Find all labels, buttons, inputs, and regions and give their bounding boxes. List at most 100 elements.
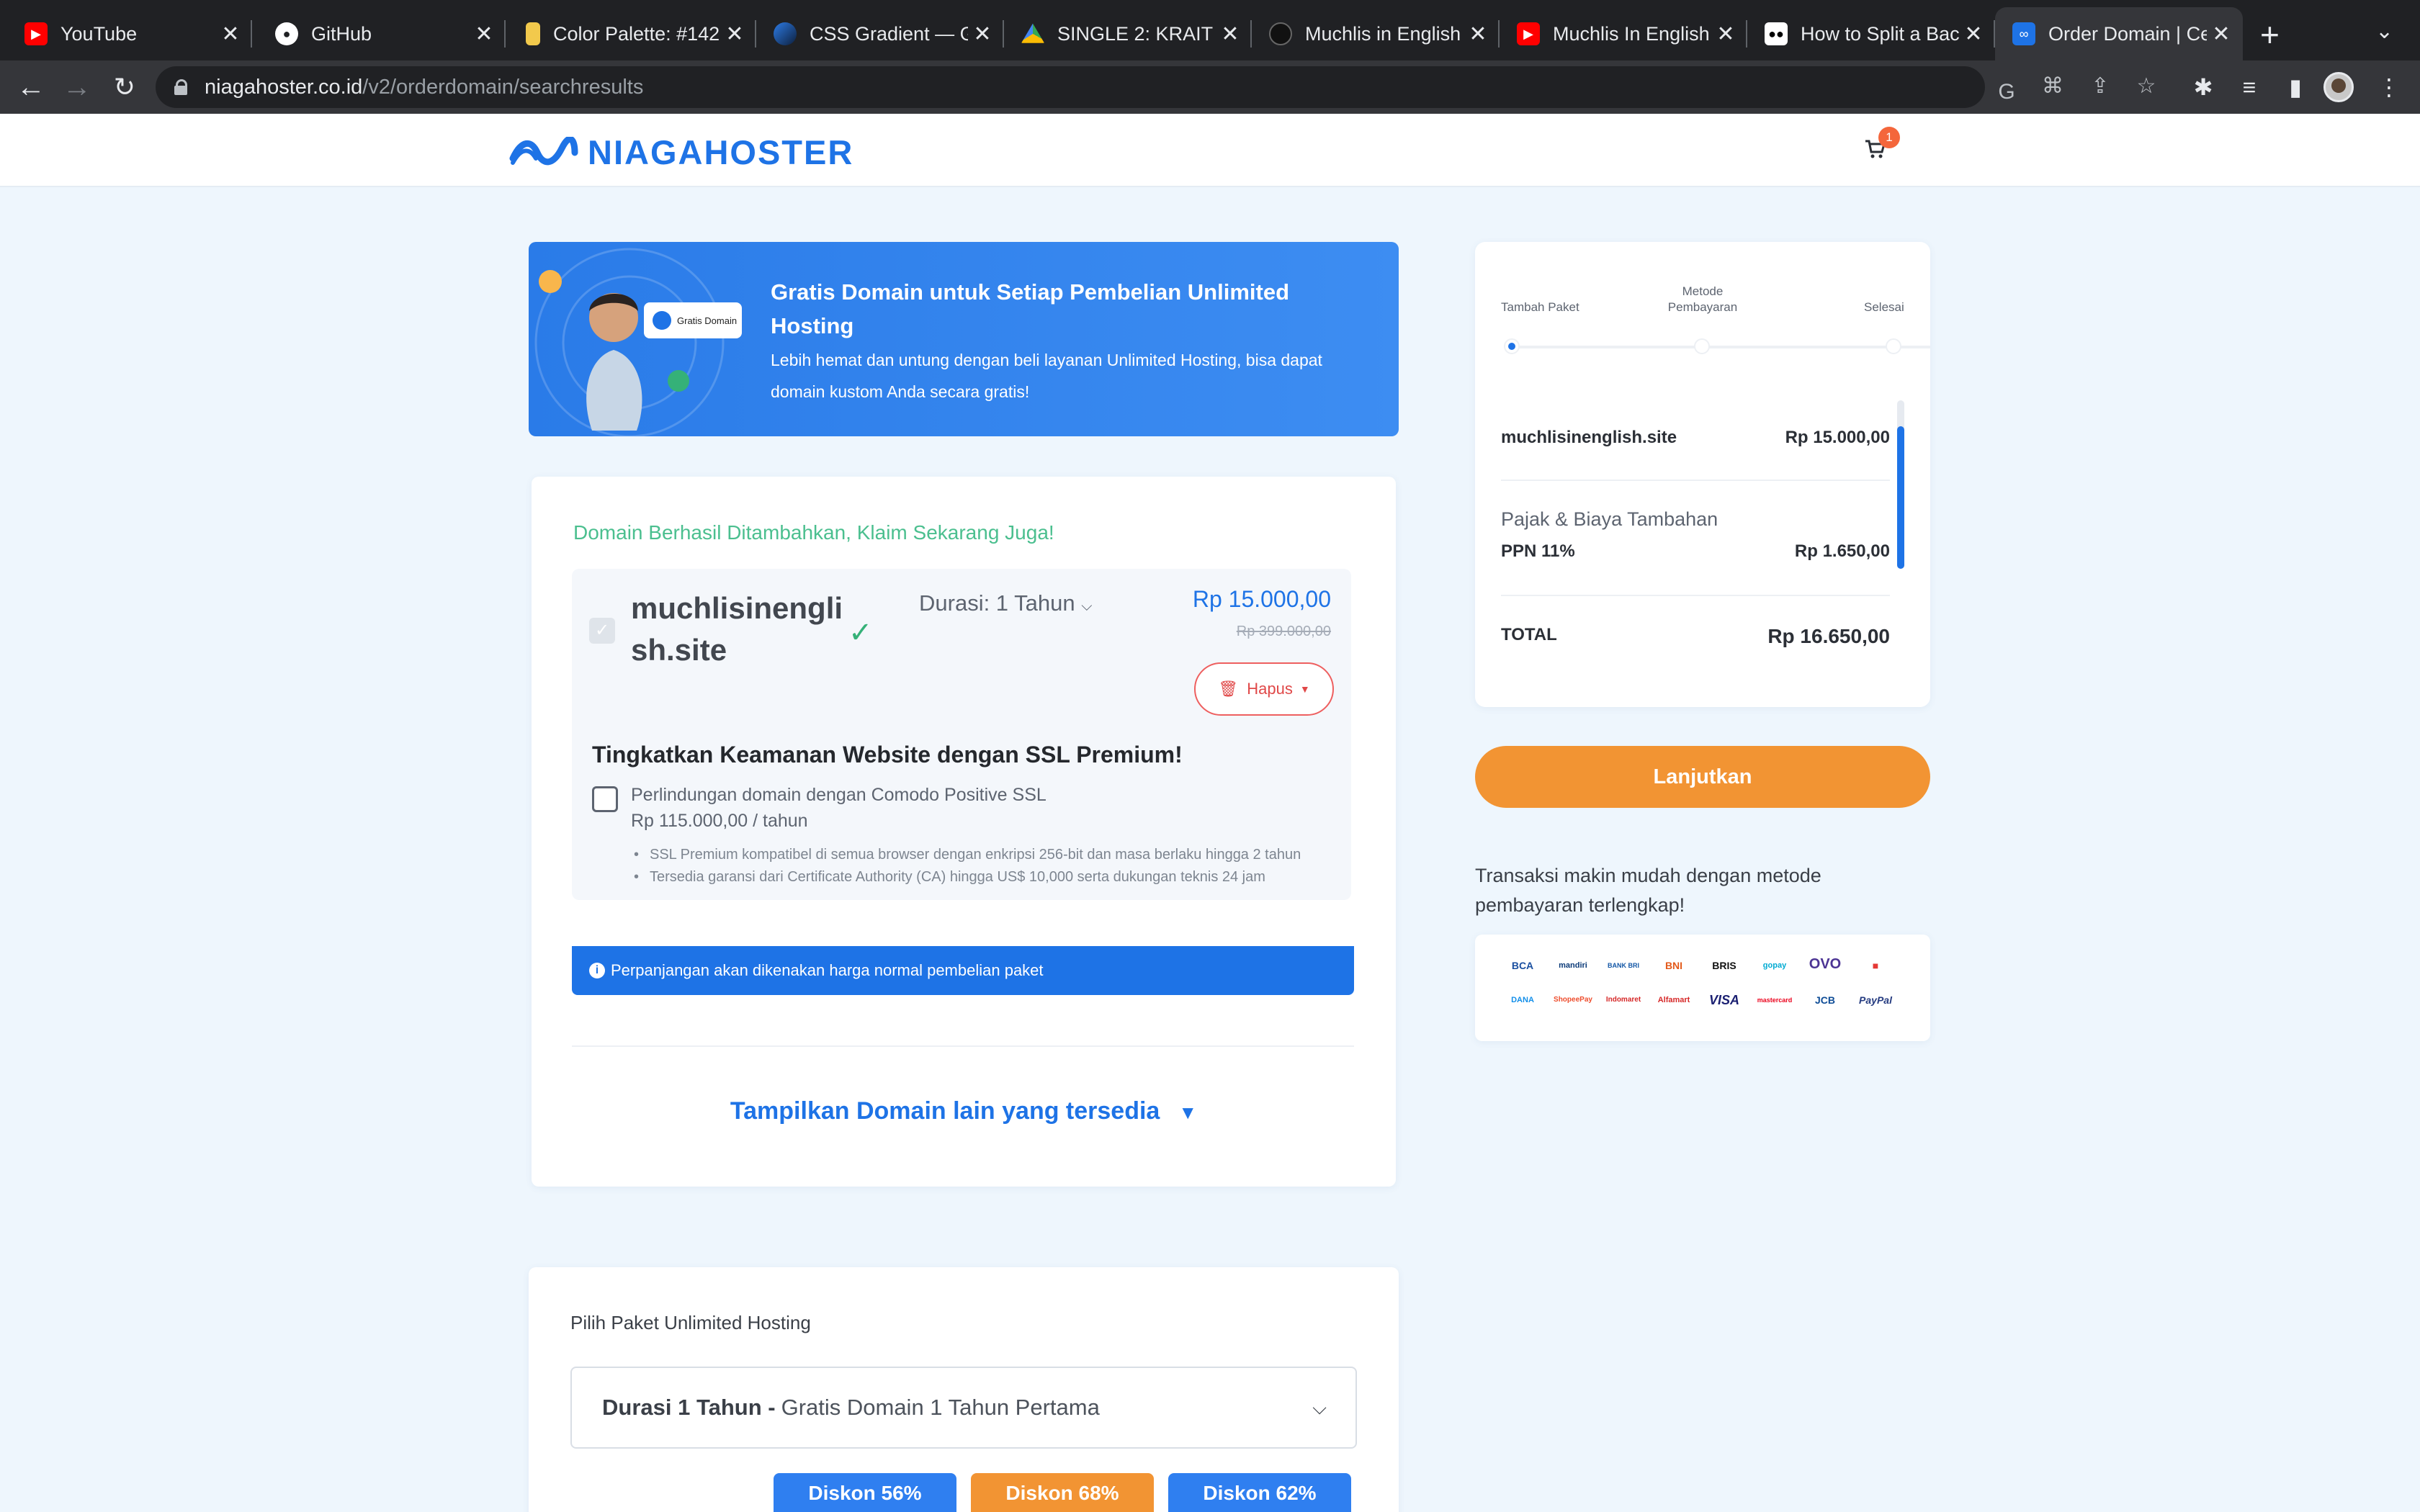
close-icon[interactable]: ✕ — [1711, 22, 1740, 47]
payment-logo-alfamart: Alfamart — [1657, 996, 1690, 1004]
select-duration-bold: Durasi 1 Tahun - — [602, 1395, 776, 1420]
menu-icon[interactable]: ⋮ — [2371, 69, 2407, 105]
youtube-icon: ▶ — [1517, 22, 1540, 45]
payment-logo-bris: BRIS — [1712, 960, 1736, 971]
payment-logo-dana: DANA — [1511, 996, 1534, 1004]
site-header: NIAGAHOSTER 1 — [0, 114, 2420, 187]
reload-icon[interactable]: ↻ — [107, 69, 143, 105]
back-icon[interactable]: ← — [13, 69, 49, 105]
share-icon[interactable]: ⇪ — [2086, 72, 2115, 101]
media-control-icon[interactable]: ≡ — [2231, 69, 2267, 105]
duration-dropdown[interactable]: Durasi: 1 Tahun ⌵ — [919, 590, 1092, 616]
new-tab-icon[interactable]: + — [2260, 14, 2280, 55]
extensions-icon[interactable]: ✱ — [2185, 69, 2221, 105]
domain-added-message: Domain Berhasil Ditambahkan, Klaim Sekar… — [573, 521, 1054, 544]
show-more-domains-button[interactable]: Tampilkan Domain lain yang tersedia ▼ — [532, 1097, 1396, 1125]
discount-tab-3[interactable]: Diskon 62% — [1168, 1473, 1351, 1512]
translate-icon[interactable]: ⌘ — [2038, 72, 2067, 101]
payment-logo-jcb: JCB — [1814, 994, 1835, 1006]
tax-section-title: Pajak & Biaya Tambahan — [1501, 508, 1718, 530]
payment-logo-visa: VISA — [1708, 993, 1739, 1007]
tab-label: SINGLE 2: KRAIT (2 — [1057, 22, 1216, 45]
close-icon[interactable]: ✕ — [216, 22, 245, 47]
tab-github[interactable]: ● GitHub ✕ — [258, 7, 506, 60]
payment-logo-bca: BCA — [1511, 960, 1534, 971]
close-icon[interactable]: ✕ — [1464, 22, 1492, 47]
payment-logo-gopay: gopay — [1762, 961, 1787, 970]
payment-logo-paypal: PayPal — [1859, 994, 1892, 1006]
close-icon[interactable]: ✕ — [2207, 22, 2236, 47]
cart-count-badge: 1 — [1878, 127, 1900, 148]
tab-order-domain[interactable]: ∞ Order Domain | Cel ✕ — [1995, 7, 2243, 60]
profile-avatar[interactable] — [2323, 72, 2354, 102]
side-panel-icon[interactable]: ▮ — [2277, 69, 2313, 105]
url-host: niagahoster.co.id — [205, 75, 363, 99]
step-dot-2 — [1694, 338, 1710, 354]
summary-scrollbar[interactable] — [1897, 400, 1904, 569]
google-lens-icon[interactable]: G — [1992, 78, 2021, 107]
summary-item-row: muchlisinenglish.site Rp 15.000,00 — [1501, 428, 1890, 448]
payment-logo-mandiri: mandiri — [1559, 961, 1587, 970]
chevron-down-icon: ▼ — [1178, 1102, 1198, 1123]
promo-illustration: Gratis Domain — [529, 242, 759, 436]
logo-text: NIAGAHOSTER — [588, 133, 854, 171]
ssl-features: SSL Premium kompatibel di semua browser … — [631, 844, 1322, 888]
payment-logo-mastercard: mastercard — [1757, 996, 1793, 1004]
discount-tab-2[interactable]: Diskon 68% — [971, 1473, 1154, 1512]
promo-badge-label: Gratis Domain — [677, 315, 738, 326]
niagahoster-logo[interactable]: NIAGAHOSTER — [508, 132, 853, 172]
gradient-icon — [774, 22, 797, 45]
close-icon[interactable]: ✕ — [968, 22, 997, 47]
renewal-info-text: Perpanjangan akan dikenakan harga normal… — [611, 961, 1044, 979]
close-icon[interactable]: ✕ — [470, 22, 498, 47]
renewal-info-bar: i Perpanjangan akan dikenakan harga norm… — [572, 946, 1354, 995]
tab-medium[interactable]: ●● How to Split a Back ✕ — [1747, 7, 1995, 60]
ssl-label: Perlindungan domain dengan Comodo Positi… — [631, 785, 1047, 805]
payment-logo-red: ■ — [1872, 960, 1879, 971]
domain-item: ✓ muchlisinenglish.site ✓ Durasi: 1 Tahu… — [572, 569, 1351, 900]
ssl-price: Rp 115.000,00 / tahun — [631, 811, 808, 831]
cart-button[interactable]: 1 — [1864, 127, 1900, 164]
tab-drive[interactable]: SINGLE 2: KRAIT (2 ✕ — [1004, 7, 1252, 60]
url-path: /v2/orderdomain/searchresults — [362, 75, 644, 99]
promo-description: Lebih hemat dan untung dengan beli layan… — [771, 351, 1322, 401]
continue-button[interactable]: Lanjutkan — [1475, 746, 1930, 808]
close-icon[interactable]: ✕ — [1959, 22, 1988, 47]
discount-tab-1[interactable]: Diskon 56% — [774, 1473, 956, 1512]
remove-domain-button[interactable]: 🗑 Hapus ▼ — [1194, 662, 1334, 716]
ssl-checkbox[interactable] — [592, 786, 618, 812]
domain-checkbox[interactable]: ✓ — [589, 618, 615, 644]
tab-color-palette[interactable]: Color Palette: #142 ✕ — [508, 7, 756, 60]
hosting-duration-select[interactable]: Durasi 1 Tahun - Gratis Domain 1 Tahun P… — [570, 1367, 1357, 1449]
promo-banner: Gratis Domain Gratis Domain untuk Setiap… — [529, 242, 1399, 436]
ssl-upsell-title: Tingkatkan Keamanan Website dengan SSL P… — [592, 742, 1183, 768]
payment-logo-indomaret: Indomaret — [1605, 996, 1641, 1004]
tab-css-gradient[interactable]: CSS Gradient — Ge ✕ — [756, 7, 1004, 60]
promo-title: Gratis Domain untuk Setiap Pembelian Unl… — [771, 279, 1290, 338]
progress-track — [1512, 346, 1930, 348]
tab-search-icon[interactable]: ⌄ — [2375, 19, 2393, 44]
lock-icon — [174, 79, 187, 95]
tab-youtube[interactable]: ▶ YouTube ✕ — [7, 7, 252, 60]
close-icon[interactable]: ✕ — [720, 22, 749, 47]
github-icon: ● — [275, 22, 298, 45]
total-label: TOTAL — [1501, 625, 1557, 644]
info-icon: i — [589, 963, 605, 978]
tab-muchlis-youtube[interactable]: ▶ Muchlis In English ✕ — [1500, 7, 1747, 60]
forward-icon[interactable]: → — [59, 69, 95, 105]
show-more-label: Tampilkan Domain lain yang tersedia — [730, 1097, 1160, 1125]
tab-label: CSS Gradient — Ge — [810, 22, 968, 45]
tab-label: Muchlis In English — [1553, 22, 1710, 45]
payment-logo-bni: BNI — [1664, 960, 1683, 971]
domain-globe-icon — [653, 311, 671, 330]
bookmark-star-icon[interactable]: ☆ — [2132, 72, 2161, 101]
close-icon[interactable]: ✕ — [1216, 22, 1245, 47]
hosting-title: Pilih Paket Unlimited Hosting — [570, 1312, 811, 1333]
tab-muchlis-channel[interactable]: Muchlis in English ✕ — [1252, 7, 1500, 60]
address-bar[interactable]: niagahoster.co.id/v2/orderdomain/searchr… — [156, 66, 2015, 108]
niagahoster-icon: ∞ — [2012, 22, 2035, 45]
remove-label: Hapus — [1247, 680, 1293, 698]
tab-label: How to Split a Back — [1801, 22, 1959, 45]
ssl-feature-item: SSL Premium kompatibel di semua browser … — [631, 844, 1322, 866]
chevron-down-icon: ⌵ — [1081, 598, 1093, 614]
